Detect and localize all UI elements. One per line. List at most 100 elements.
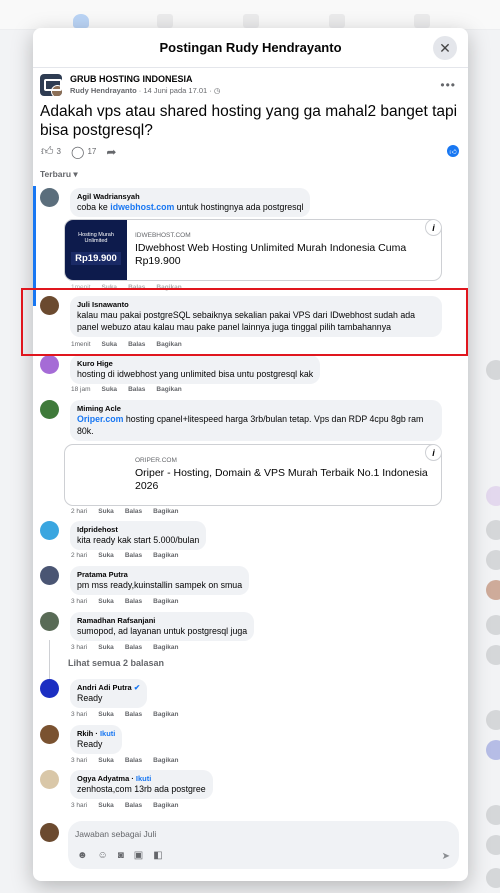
commenter-name[interactable]: Andri Adi Putra ✔ — [77, 683, 140, 692]
reply-button[interactable]: Balas — [125, 598, 142, 605]
comment-text: Ready — [77, 739, 103, 749]
reply-button[interactable]: Balas — [125, 508, 142, 515]
link-domain: IDWEBHOST.COM — [135, 232, 191, 239]
share-button[interactable]: Bagikan — [153, 757, 178, 764]
post-date[interactable]: 14 Juni pada 17.01 — [143, 86, 207, 95]
avatar[interactable] — [40, 355, 59, 374]
share-button[interactable]: Bagikan — [153, 598, 178, 605]
comment-text: sumopod, ad layanan untuk postgresql jug… — [77, 626, 248, 636]
avatar[interactable] — [40, 566, 59, 585]
like-button[interactable]: Suka — [98, 802, 114, 809]
commenter-name[interactable]: Kuro Hige — [77, 359, 313, 368]
share-action[interactable]: ➦ — [106, 145, 116, 159]
comment-bubble: Ogya Adyatma · Ikuti zenhosta,com 13rb a… — [70, 770, 213, 799]
like-reaction-icon[interactable]: 👍︎ — [447, 145, 459, 157]
avatar[interactable] — [40, 400, 59, 419]
close-button[interactable]: ✕ — [433, 36, 457, 60]
comment-text: zenhosta,com 13rb ada postgree — [77, 784, 206, 794]
commenter-name[interactable]: Ogya Adyatma · Ikuti — [77, 774, 206, 783]
author-avatar[interactable] — [51, 85, 62, 96]
like-button[interactable]: Suka — [98, 644, 114, 651]
post-dialog: Postingan Rudy Hendrayanto ✕ GRUB HOSTIN… — [33, 28, 468, 881]
comment-time[interactable]: 3 hari — [71, 644, 87, 651]
share-button[interactable]: Bagikan — [153, 508, 178, 515]
comment-text: coba ke idwebhost.com untuk hostingnya a… — [77, 201, 303, 213]
reply-button[interactable]: Balas — [125, 757, 142, 764]
commenter-name[interactable]: Rkih · Ikuti — [77, 729, 115, 738]
reply-button[interactable]: Balas — [125, 802, 142, 809]
comment-placeholder: Jawaban sebagai Juli — [75, 829, 157, 839]
user-avatar[interactable] — [40, 823, 59, 842]
comment-time[interactable]: 3 hari — [71, 802, 87, 809]
gif-icon[interactable]: ▣ — [134, 850, 143, 861]
group-name[interactable]: GRUB HOSTING INDONESIA — [70, 74, 220, 84]
comment-text: Ready — [77, 693, 103, 703]
group-avatar[interactable] — [40, 74, 62, 96]
camera-icon[interactable]: ◙ — [118, 850, 124, 861]
more-options-icon[interactable]: ••• — [440, 78, 456, 92]
like-button[interactable]: Suka — [102, 386, 118, 393]
reply-button[interactable]: Balas — [125, 644, 142, 651]
commenter-name[interactable]: Miming Acle — [77, 404, 435, 413]
info-icon[interactable]: i — [425, 445, 441, 461]
reply-button[interactable]: Balas — [128, 386, 145, 393]
comment-bubble: Rkih · Ikuti Ready — [70, 725, 123, 754]
avatar-sticker-icon[interactable]: ☻ — [77, 850, 88, 861]
commenter-name[interactable]: Pratama Putra — [77, 570, 242, 579]
comment-actions: 18 jam Suka Balas Bagikan — [71, 386, 182, 393]
commenter-name[interactable]: Agil Wadriansyah — [77, 192, 303, 201]
comment-action[interactable]: ◯ 17 — [71, 145, 96, 159]
comment-count: 17 — [87, 147, 97, 156]
share-button[interactable]: Bagikan — [153, 552, 178, 559]
avatar[interactable] — [40, 521, 59, 540]
avatar[interactable] — [40, 679, 59, 698]
like-button[interactable]: Suka — [98, 598, 114, 605]
thumb-line: Unlimited — [84, 238, 108, 244]
comment-input[interactable]: Jawaban sebagai Juli ☻ ☺ ◙ ▣ ◧ ➤ — [68, 821, 459, 869]
link-preview-card[interactable]: ORIPER.COM Oriper - Hosting, Domain & VP… — [64, 444, 442, 506]
avatar[interactable] — [40, 612, 59, 631]
comment-link[interactable]: idwebhost.com — [110, 202, 174, 212]
comment-bubble: Miming Acle Oriper.com hosting cpanel+li… — [70, 400, 442, 441]
share-button[interactable]: Bagikan — [153, 711, 178, 718]
comment-time[interactable]: 18 jam — [71, 386, 91, 393]
emoji-icon[interactable]: ☺ — [98, 850, 108, 861]
comment-time[interactable]: 2 hari — [71, 552, 87, 559]
like-button[interactable]: Suka — [98, 711, 114, 718]
see-replies-link[interactable]: Lihat semua 2 balasan — [68, 658, 164, 668]
follow-button[interactable]: Ikuti — [100, 729, 115, 738]
like-button[interactable]: Suka — [98, 757, 114, 764]
like-button[interactable]: Suka — [98, 508, 114, 515]
highlight-box — [21, 288, 468, 356]
info-icon[interactable]: i — [425, 220, 441, 236]
send-icon[interactable]: ➤ — [442, 851, 450, 862]
follow-button[interactable]: Ikuti — [136, 774, 151, 783]
like-action[interactable]: 👍︎ 3 — [41, 144, 61, 159]
comment-time[interactable]: 3 hari — [71, 757, 87, 764]
commenter-name[interactable]: Idpridehost — [77, 525, 199, 534]
comment-time[interactable]: 3 hari — [71, 711, 87, 718]
reply-button[interactable]: Balas — [125, 711, 142, 718]
comment-actions: 3 hari Suka Balas Bagikan — [71, 711, 178, 718]
commenter-name[interactable]: Ramadhan Rafsanjani — [77, 616, 247, 625]
reply-button[interactable]: Balas — [125, 552, 142, 559]
comment-time[interactable]: 2 hari — [71, 508, 87, 515]
avatar[interactable] — [40, 770, 59, 789]
author-name[interactable]: Rudy Hendrayanto — [70, 86, 137, 95]
link-preview-card[interactable]: Hosting Murah Unlimited Rp19.900 IDWEBHO… — [64, 219, 442, 281]
avatar[interactable] — [40, 725, 59, 744]
share-button[interactable]: Bagikan — [153, 644, 178, 651]
link-title: IDwebhost Web Hosting Unlimited Murah In… — [135, 242, 407, 267]
avatar[interactable] — [40, 188, 59, 207]
thumbs-up-icon: 👍︎ — [41, 144, 54, 158]
comment-actions: 2 hari Suka Balas Bagikan — [71, 508, 178, 515]
comment-time[interactable]: 3 hari — [71, 598, 87, 605]
share-button[interactable]: Bagikan — [156, 386, 181, 393]
share-button[interactable]: Bagikan — [153, 802, 178, 809]
like-button[interactable]: Suka — [98, 552, 114, 559]
post-meta: GRUB HOSTING INDONESIA Rudy Hendrayanto … — [70, 74, 220, 96]
sort-dropdown[interactable]: Terbaru ▾ — [40, 169, 78, 180]
comment-text: pm mss ready,kuinstallin sampek on smua — [77, 580, 243, 590]
sticker-icon[interactable]: ◧ — [153, 850, 162, 861]
comment-link[interactable]: Oriper.com — [77, 414, 123, 424]
